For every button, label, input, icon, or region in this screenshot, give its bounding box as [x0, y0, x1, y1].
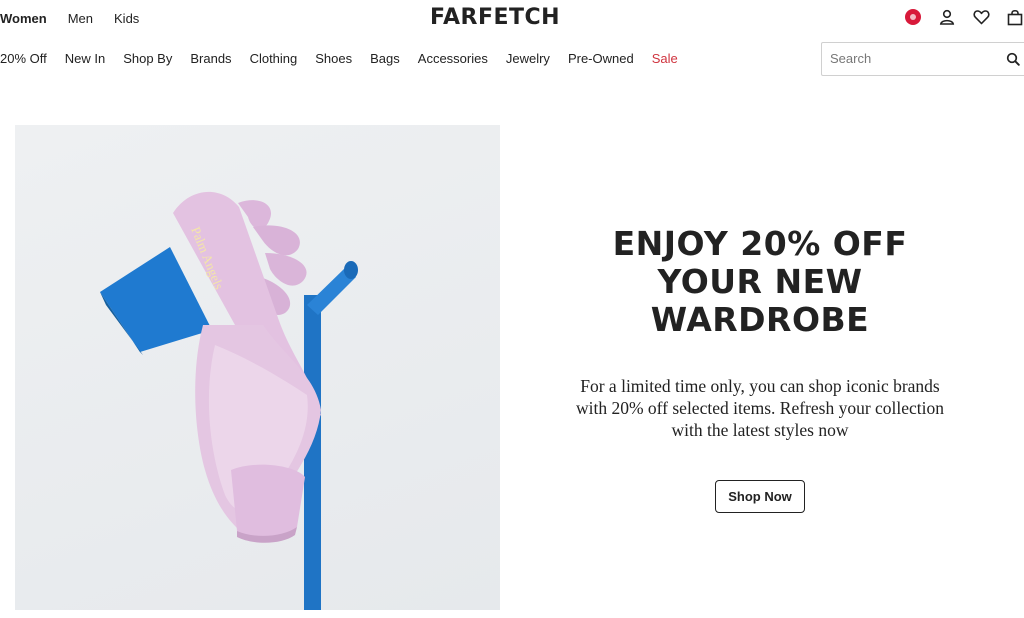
- nav-item-new-in[interactable]: New In: [65, 51, 105, 66]
- farfetch-logo[interactable]: FARFETCH: [430, 5, 560, 30]
- shop-now-button[interactable]: Shop Now: [715, 480, 805, 513]
- nav-item-bags[interactable]: Bags: [370, 51, 400, 66]
- nav-item-20-off[interactable]: 20% Off: [0, 51, 47, 66]
- nav-item-brands[interactable]: Brands: [190, 51, 231, 66]
- region-flag-icon[interactable]: [904, 8, 922, 26]
- hero-headline: ENJOY 20% OFF YOUR NEW WARDROBE: [540, 225, 980, 339]
- nav-item-jewelry[interactable]: Jewelry: [506, 51, 550, 66]
- hero-headline-line-2: YOUR NEW: [657, 262, 863, 301]
- pink-sandal-on-blue-stand-image: Palm Angels: [100, 191, 358, 610]
- hero-copy: ENJOY 20% OFF YOUR NEW WARDROBE For a li…: [540, 225, 980, 513]
- nav-item-shoes[interactable]: Shoes: [315, 51, 352, 66]
- wishlist-heart-icon[interactable]: [972, 8, 990, 26]
- gender-nav: Women Men Kids: [0, 11, 160, 26]
- hero-headline-line-3: WARDROBE: [650, 300, 870, 339]
- nav-item-shop-by[interactable]: Shop By: [123, 51, 172, 66]
- tab-women[interactable]: Women: [0, 11, 47, 26]
- search-input[interactable]: [830, 51, 1000, 66]
- tab-kids[interactable]: Kids: [114, 11, 139, 26]
- nav-item-pre-owned[interactable]: Pre-Owned: [568, 51, 634, 66]
- nav-item-accessories[interactable]: Accessories: [418, 51, 488, 66]
- header-icons: [888, 8, 1024, 26]
- hero-image[interactable]: Palm Angels: [15, 125, 500, 610]
- shopping-bag-icon[interactable]: [1006, 8, 1024, 26]
- category-nav: 20% Off New In Shop By Brands Clothing S…: [0, 51, 696, 66]
- search-icon[interactable]: [1006, 52, 1020, 71]
- search-box: [821, 42, 1024, 76]
- hero-headline-line-1: ENJOY 20% OFF: [612, 224, 908, 263]
- hero-subcopy: For a limited time only, you can shop ic…: [575, 376, 945, 440]
- account-icon[interactable]: [938, 8, 956, 26]
- nav-item-clothing[interactable]: Clothing: [250, 51, 298, 66]
- nav-item-sale[interactable]: Sale: [652, 51, 678, 66]
- tab-men[interactable]: Men: [68, 11, 93, 26]
- top-bar: Women Men Kids FARFETCH: [0, 0, 1024, 38]
